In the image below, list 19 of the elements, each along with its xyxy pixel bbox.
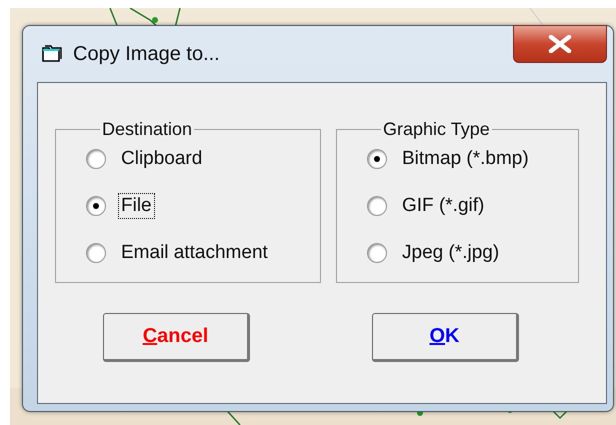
radio-label[interactable]: File (118, 193, 155, 219)
radio-button[interactable] (86, 243, 106, 263)
group-title: Destination (101, 119, 194, 140)
close-button[interactable] (513, 25, 607, 63)
radio-button[interactable] (367, 243, 387, 263)
folder-icon (41, 44, 63, 64)
radio-label[interactable]: Email attachment (118, 240, 271, 266)
radio-label[interactable]: Clipboard (118, 146, 206, 172)
radio-label[interactable]: Bitmap (*.bmp) (399, 146, 532, 172)
radio-button[interactable] (86, 149, 106, 169)
group-title: Graphic Type (382, 119, 491, 140)
radio-label[interactable]: Jpeg (*.jpg) (399, 240, 502, 266)
radio-button[interactable] (367, 149, 387, 169)
close-icon (548, 35, 572, 53)
radio-button[interactable] (86, 196, 106, 216)
radio-label[interactable]: GIF (*.gif) (399, 193, 488, 219)
radio-button[interactable] (367, 196, 387, 216)
ok-button[interactable]: OK (372, 313, 519, 362)
window-title: Copy Image to... (73, 42, 221, 66)
